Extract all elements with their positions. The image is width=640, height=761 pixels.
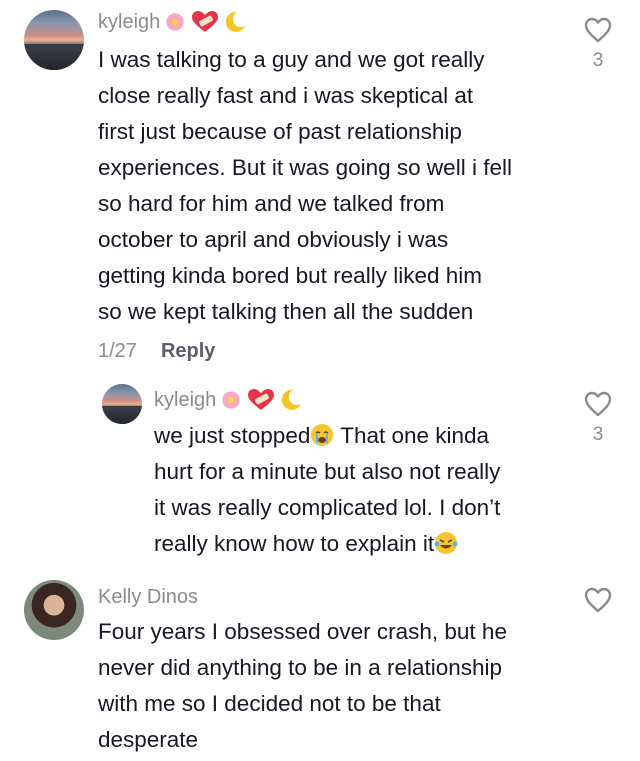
username[interactable]: Kelly Dinos [98,586,198,609]
like-button[interactable]: 3 [578,16,618,72]
moon-emoji-icon [223,10,247,34]
like-count: 3 [592,50,604,71]
avatar[interactable] [102,384,142,424]
username-text[interactable]: kyleigh [154,389,216,412]
comment-text: I was talking to a guy and we got really… [98,47,512,324]
laughing-tears-emoji-icon [434,530,458,554]
comment-text: Four years I obsessed over crash, but he… [98,619,507,752]
username-text[interactable]: kyleigh [98,11,160,34]
heart-outline-icon[interactable] [583,390,613,418]
heart-bandage-emoji-icon [190,10,220,34]
comment-meta: 1/27 Reply [98,340,215,363]
flower-emoji-icon [163,10,187,34]
username[interactable]: kyleigh [154,388,303,412]
username-text[interactable]: Kelly Dinos [98,586,198,609]
like-button[interactable] [578,586,618,614]
avatar[interactable] [24,10,84,70]
like-count: 3 [592,424,604,445]
crying-face-emoji-icon [310,422,334,446]
flower-emoji-icon [219,388,243,412]
heart-outline-icon[interactable] [583,586,613,614]
heart-outline-icon[interactable] [583,16,613,44]
heart-bandage-emoji-icon [246,388,276,412]
reply-button[interactable]: Reply [161,340,215,363]
moon-emoji-icon [279,388,303,412]
avatar[interactable] [24,580,84,640]
username[interactable]: kyleigh [98,10,247,34]
comment-date: 1/27 [98,340,137,362]
like-button[interactable]: 3 [578,390,618,446]
comment-text: we just stopped That one kinda hurt for … [154,422,501,556]
